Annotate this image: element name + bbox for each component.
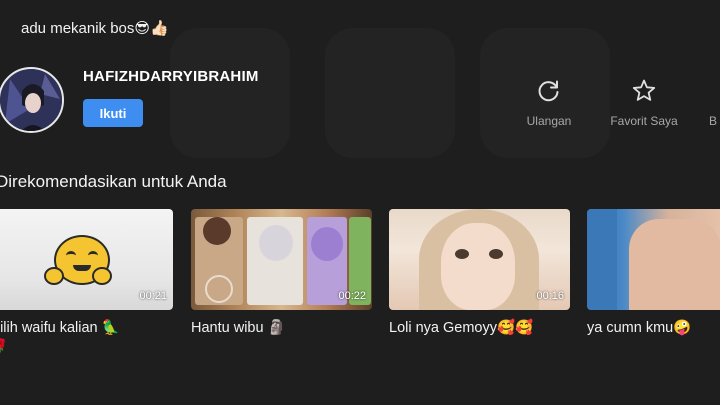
thumbnail-character: [259, 225, 293, 261]
replay-button[interactable]: Ulangan: [517, 78, 581, 128]
avatar-image: [0, 69, 62, 131]
emoji-hand-left: [44, 267, 64, 285]
favorite-button[interactable]: Favorit Saya: [602, 78, 686, 128]
replay-icon: [538, 80, 559, 102]
follow-button[interactable]: Ikuti: [83, 99, 143, 127]
thumbnail-eye: [489, 249, 503, 259]
star-icon: [632, 79, 656, 101]
video-duration: 00:21: [139, 290, 167, 302]
thumbnail-eye: [455, 249, 469, 259]
recommended-video-card[interactable]: 00:22 Hantu wibu 🗿: [191, 209, 372, 336]
thumbnail-character: [203, 217, 231, 245]
video-duration: 00:22: [338, 290, 366, 302]
thumbnail-shirt: [587, 209, 617, 310]
video-title[interactable]: ya cumn kmu🤪: [587, 319, 720, 336]
thumbnail-torso: [629, 219, 720, 310]
video-thumbnail[interactable]: 00:22: [191, 209, 372, 310]
more-action-button[interactable]: B: [709, 78, 720, 128]
video-title[interactable]: Loli nya Gemoyy🥰🥰: [389, 319, 570, 336]
video-thumbnail[interactable]: [587, 209, 720, 310]
favorite-label: Favorit Saya: [610, 114, 678, 128]
more-icon: [709, 78, 720, 104]
video-thumbnail[interactable]: 00:21: [0, 209, 173, 310]
recommended-video-card[interactable]: 00:21 pilih waifu kalian 🦜 🌹: [0, 209, 173, 354]
video-thumbnail[interactable]: 00:16: [389, 209, 570, 310]
uploader-name[interactable]: HAFIZHDARRYIBRAHIM: [83, 68, 259, 85]
rose-emoji: 🌹: [0, 338, 9, 353]
replay-label: Ulangan: [526, 114, 572, 128]
background-decoration: [170, 28, 290, 158]
background-decoration: [325, 28, 455, 158]
video-title[interactable]: Hantu wibu 🗿: [191, 319, 372, 336]
recommendations-heading: Direkomendasikan untuk Anda: [0, 172, 227, 191]
thumbnail-circle-overlay: [205, 275, 233, 303]
recommended-video-card[interactable]: 00:16 Loli nya Gemoyy🥰🥰: [389, 209, 570, 336]
uploader-avatar[interactable]: [0, 67, 64, 133]
emoji-hand-right: [92, 267, 112, 285]
video-duration: 00:16: [536, 290, 564, 302]
video-end-screen: adu mekanik bos😎👍🏻 HAFIZHDARRYIBRAHIM Ik…: [0, 0, 720, 405]
thumbnail-face: [441, 223, 515, 310]
video-caption: adu mekanik bos😎👍🏻: [21, 20, 169, 37]
recommended-video-card[interactable]: ya cumn kmu🤪: [587, 209, 720, 336]
thumbnail-character: [311, 227, 343, 261]
video-title[interactable]: pilih waifu kalian 🦜: [0, 319, 173, 336]
more-action-label: B: [709, 114, 718, 128]
